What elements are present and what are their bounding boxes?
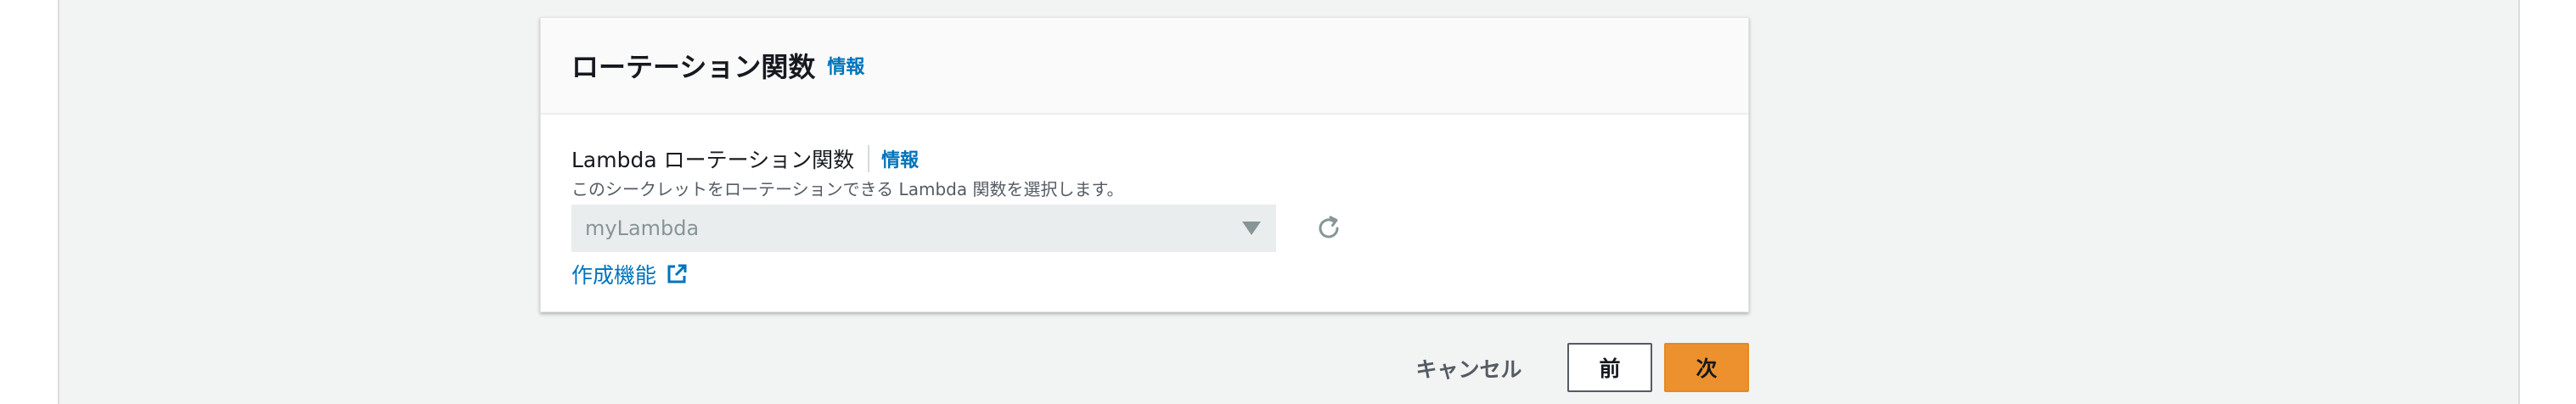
refresh-button[interactable]: [1310, 210, 1347, 247]
label-divider: [868, 145, 870, 172]
field-label-row: Lambda ローテーション関数 情報: [571, 143, 919, 174]
caret-down-icon: [1242, 222, 1261, 235]
create-link-label: 作成機能: [571, 263, 657, 288]
lambda-function-select[interactable]: myLambda: [571, 205, 1276, 252]
create-function-link[interactable]: 作成機能: [571, 259, 689, 289]
previous-button[interactable]: 前: [1567, 343, 1652, 392]
panel-title: ローテーション関数: [571, 51, 816, 83]
section-info-link[interactable]: 情報: [827, 52, 864, 79]
external-link-icon: [667, 264, 687, 283]
select-value: myLambda: [585, 216, 700, 240]
cancel-button[interactable]: キャンセル: [1409, 343, 1528, 394]
next-button[interactable]: 次: [1664, 343, 1749, 392]
refresh-icon: [1319, 216, 1339, 238]
lambda-field-label: Lambda ローテーション関数: [571, 148, 855, 172]
field-info-link[interactable]: 情報: [881, 145, 919, 172]
panel-header: ローテーション関数 情報: [541, 18, 1748, 115]
rotation-function-panel: ローテーション関数 情報 Lambda ローテーション関数 情報 このシークレッ…: [540, 17, 1749, 312]
field-description: このシークレットをローテーションできる Lambda 関数を選択します。: [571, 179, 1124, 199]
wizard-footer: キャンセル 前 次: [0, 343, 2576, 394]
